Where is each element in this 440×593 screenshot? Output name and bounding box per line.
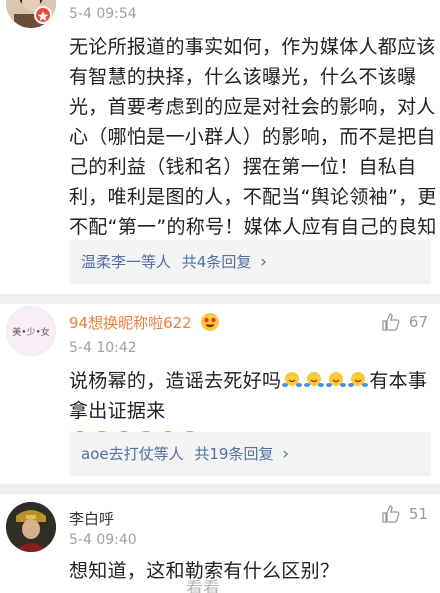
reply-names: aoe去打仗等人 [81,445,184,463]
username[interactable]: 94想换昵称啦622 [69,312,220,333]
reply-names: 温柔李一等人 [81,253,172,271]
chevron-right-icon: › [260,252,267,272]
comment-3: 李白呼 5-4 09:40 51 想知道，这和勒索有什么区别？ 看看 [0,494,440,593]
comment-time: 5-4 09:54 [69,6,137,22]
hug-emoji-icon [282,369,303,389]
like-count: 51 [408,505,428,523]
replies-summary[interactable]: aoe去打仗等人 共19条回复 › [69,432,431,476]
comment-body: 想知道，这和勒索有什么区别？ [69,560,340,582]
reply-count: 共19条回复 [194,445,274,463]
reply-count: 共4条回复 [181,253,252,271]
comment-body: 无论所报道的事实如何，作为媒体人都应该有智慧的抉择，什么该曝光，什么不该曝光，首… [69,36,437,268]
hug-emoji-icon [304,369,325,389]
divider [0,484,440,494]
heart-eyes-icon [200,312,220,332]
comment-2: 美•少•女 94想换昵称啦622 5-4 10:42 67 说杨幂的，造谣去死好… [0,304,440,484]
hug-emoji-icon [326,369,347,389]
replies-summary[interactable]: 温柔李一等人 共4条回复 › [69,240,431,284]
divider [0,294,440,304]
chevron-right-icon: › [282,444,290,464]
avatar[interactable]: 美•少•女 [6,306,56,356]
comment-time: 5-4 09:40 [69,532,137,548]
watermark: 看看 [186,579,220,593]
avatar[interactable] [6,502,56,552]
username[interactable]: 李白呼 [69,508,114,529]
comment-1: 5-4 09:54 无论所报道的事实如何，作为媒体人都应该有智慧的抉择，什么该曝… [0,0,440,290]
badge-icon [34,6,52,24]
like-count: 67 [408,313,428,331]
like-button[interactable]: 67 [381,312,428,332]
avatar-text: 美•少•女 [12,327,50,338]
hug-emoji-icon [348,369,369,389]
thumbs-up-icon [382,313,400,331]
thumbs-up-icon [382,505,400,523]
like-button[interactable]: 51 [381,504,428,524]
comment-time: 5-4 10:42 [69,340,137,356]
avatar-image [6,502,56,552]
